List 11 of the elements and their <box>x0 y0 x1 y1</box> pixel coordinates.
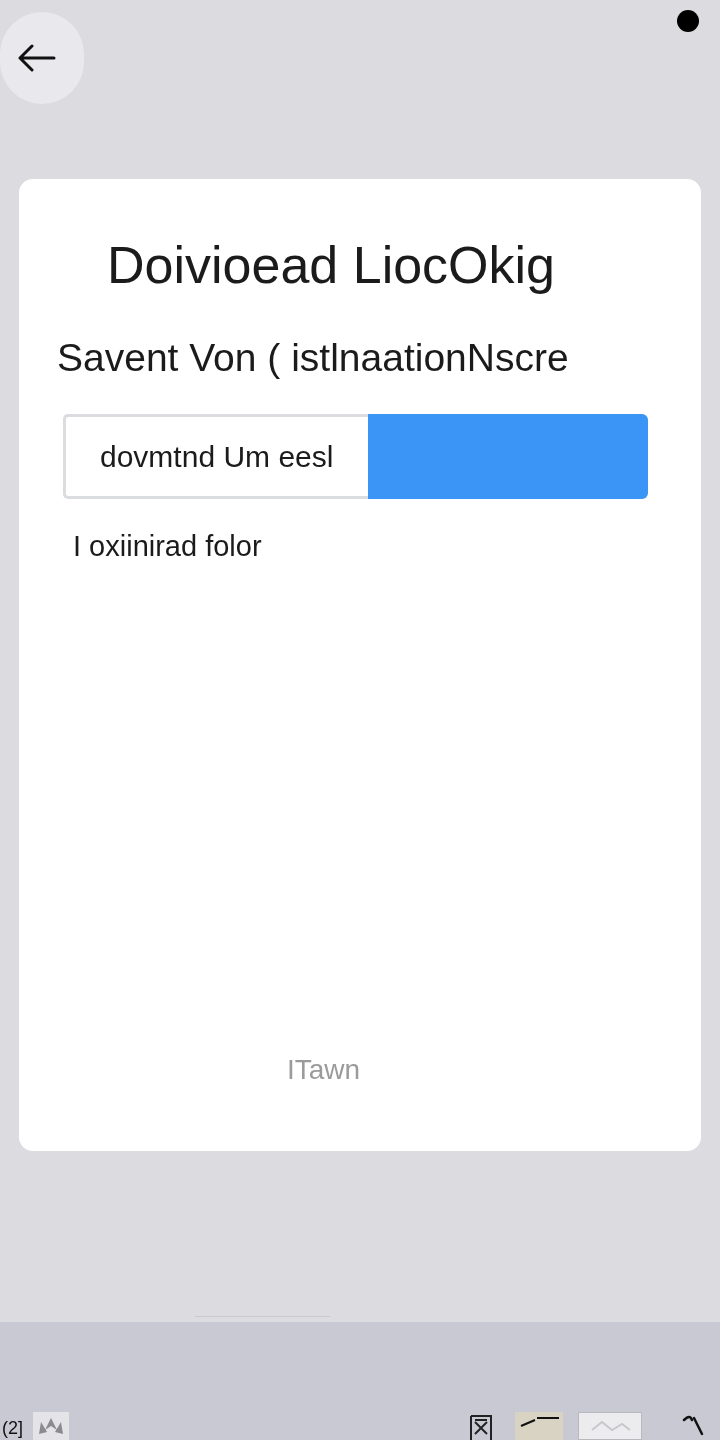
field-caption: I oxiinirad folor <box>73 529 262 563</box>
back-arrow-icon <box>18 44 56 72</box>
box-icon[interactable] <box>469 1412 493 1440</box>
path-field[interactable]: dovmtnd Um eesl <box>63 414 368 499</box>
dialog-subtitle: Savent Von ( istlnaationNscre <box>57 335 569 381</box>
camera-dot-icon <box>677 10 699 32</box>
bottom-label: (2] <box>2 1417 23 1440</box>
tile-icon[interactable] <box>515 1412 563 1440</box>
image-tile-icon[interactable] <box>578 1412 642 1440</box>
thumbnail-icon[interactable] <box>33 1412 69 1440</box>
dialog-title: Doivioead LiocOkig <box>107 235 556 295</box>
